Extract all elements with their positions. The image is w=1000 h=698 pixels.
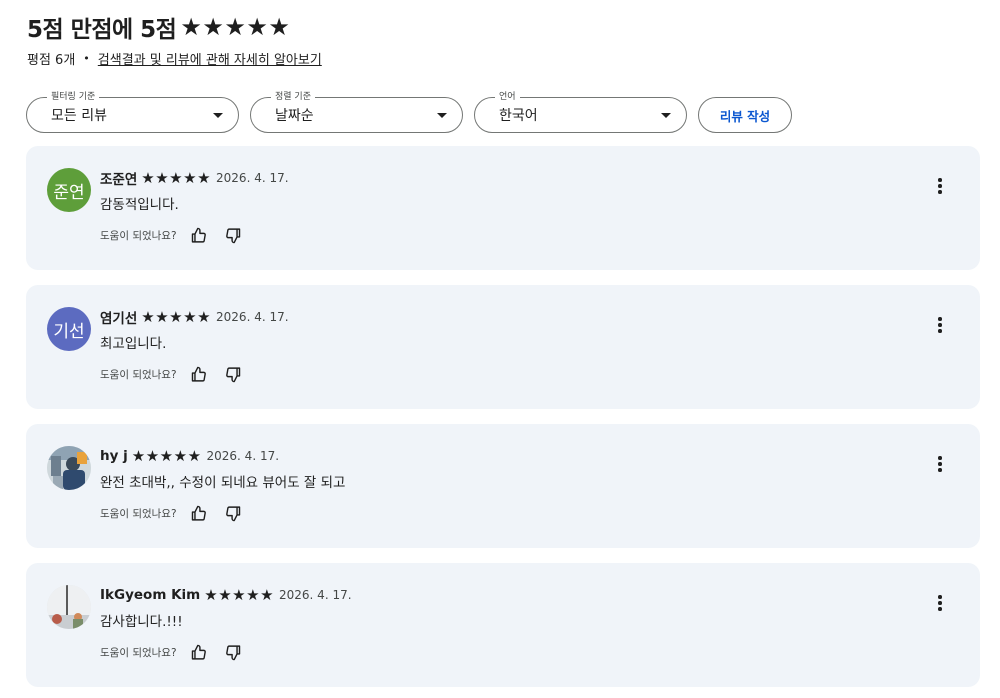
star-icon: ★ — [218, 585, 232, 604]
thumbs-up-icon[interactable] — [189, 364, 209, 384]
review-date: 2026. 4. 17. — [216, 310, 289, 324]
avatar — [47, 446, 91, 490]
review-text: 최고입니다. — [100, 336, 167, 352]
star-icon: ★ — [155, 307, 169, 326]
star-icon: ★ — [155, 168, 169, 187]
review-text: 감동적입니다. — [100, 197, 179, 213]
title-rating-stars: ★ ★ ★ ★ ★ — [180, 15, 290, 39]
star-icon: ★ — [197, 168, 211, 187]
thumbs-down-icon[interactable] — [224, 503, 244, 523]
dropdown-arrow-icon — [661, 113, 671, 118]
avatar: 준연 — [47, 168, 91, 212]
helpful-row: 도움이 되었나요? — [100, 503, 259, 523]
review-author: hy j — [100, 448, 128, 464]
review-rating-stars: ★ ★ ★ ★ ★ — [141, 168, 211, 187]
more-options-icon[interactable] — [930, 174, 950, 198]
more-options-icon[interactable] — [930, 591, 950, 615]
star-icon: ★ — [131, 446, 146, 465]
review-card: 준연 조준연 ★ ★ ★ ★ ★ 2026. 4. 17. 감동적입니다. 도움… — [26, 146, 980, 270]
review-rating-stars: ★ ★ ★ ★ ★ — [204, 585, 274, 604]
star-icon: ★ — [141, 168, 155, 187]
avatar: 기선 — [47, 307, 91, 351]
review-text: 완전 초대박,, 수정이 되네요 뷰어도 잘 되고 — [100, 475, 346, 491]
more-options-icon[interactable] — [930, 452, 950, 476]
star-icon: ★ — [159, 446, 174, 465]
helpful-row: 도움이 되었나요? — [100, 225, 259, 245]
star-icon: ★ — [204, 585, 218, 604]
review-rating-stars: ★ ★ ★ ★ ★ — [141, 307, 211, 326]
star-icon: ★ — [197, 307, 211, 326]
star-icon: ★ — [246, 13, 268, 41]
dropdown-arrow-icon — [437, 113, 447, 118]
filter-dropdown[interactable]: 필터링 기준 모든 리뷰 — [26, 91, 239, 133]
star-icon: ★ — [187, 446, 202, 465]
review-count: 평점 6개 — [27, 52, 76, 68]
thumbs-down-icon[interactable] — [224, 642, 244, 662]
thumbs-up-icon[interactable] — [189, 225, 209, 245]
more-options-icon[interactable] — [930, 313, 950, 337]
star-icon: ★ — [260, 585, 274, 604]
star-icon: ★ — [169, 307, 183, 326]
sort-dropdown-value: 날짜순 — [275, 108, 314, 124]
review-card: IkGyeom Kim ★ ★ ★ ★ ★ 2026. 4. 17. 감사합니다… — [26, 563, 980, 687]
helpful-label: 도움이 되었나요? — [100, 368, 177, 381]
star-icon: ★ — [232, 585, 246, 604]
review-date: 2026. 4. 17. — [206, 449, 280, 463]
star-icon: ★ — [224, 13, 246, 41]
thumbs-up-icon[interactable] — [189, 503, 209, 523]
review-rating-stars: ★ ★ ★ ★ ★ — [131, 446, 202, 465]
review-summary: 평점 6개 • 검색결과 및 리뷰에 관해 자세히 알아보기 — [27, 48, 322, 68]
helpful-row: 도움이 되었나요? — [100, 364, 259, 384]
rating-heading: 5점 만점에 5점 — [27, 17, 177, 43]
star-icon: ★ — [141, 307, 155, 326]
star-icon: ★ — [268, 13, 290, 41]
star-icon: ★ — [246, 585, 260, 604]
filter-dropdown-value: 모든 리뷰 — [51, 108, 107, 124]
star-icon: ★ — [169, 168, 183, 187]
review-author: 염기선 — [100, 311, 138, 327]
star-icon: ★ — [183, 168, 197, 187]
thumbs-up-icon[interactable] — [189, 642, 209, 662]
helpful-label: 도움이 되었나요? — [100, 229, 177, 242]
review-date: 2026. 4. 17. — [279, 588, 352, 602]
review-card: 기선 염기선 ★ ★ ★ ★ ★ 2026. 4. 17. 최고입니다. 도움이… — [26, 285, 980, 409]
review-card: hy j ★ ★ ★ ★ ★ 2026. 4. 17. 완전 초대박,, 수정이… — [26, 424, 980, 548]
star-icon: ★ — [202, 13, 224, 41]
star-icon: ★ — [180, 13, 202, 41]
language-dropdown-value: 한국어 — [499, 108, 538, 124]
dropdown-arrow-icon — [213, 113, 223, 118]
avatar — [47, 585, 91, 629]
helpful-row: 도움이 되었나요? — [100, 642, 259, 662]
thumbs-down-icon[interactable] — [224, 225, 244, 245]
page-title: 5점 만점에 5점 ★ ★ ★ ★ ★ — [27, 10, 290, 44]
write-review-button[interactable]: 리뷰 작성 — [698, 97, 792, 133]
review-author: IkGyeom Kim — [100, 587, 201, 603]
separator: • — [83, 51, 90, 65]
sort-dropdown[interactable]: 정렬 기준 날짜순 — [250, 91, 463, 133]
helpful-label: 도움이 되었나요? — [100, 507, 177, 520]
review-date: 2026. 4. 17. — [216, 171, 289, 185]
thumbs-down-icon[interactable] — [224, 364, 244, 384]
helpful-label: 도움이 되었나요? — [100, 646, 177, 659]
star-icon: ★ — [173, 446, 188, 465]
star-icon: ★ — [183, 307, 197, 326]
review-text: 감사합니다.!!! — [100, 614, 183, 630]
star-icon: ★ — [145, 446, 160, 465]
review-author: 조준연 — [100, 172, 138, 188]
review-info-link[interactable]: 검색결과 및 리뷰에 관해 자세히 알아보기 — [98, 49, 322, 68]
language-dropdown[interactable]: 언어 한국어 — [474, 91, 687, 133]
